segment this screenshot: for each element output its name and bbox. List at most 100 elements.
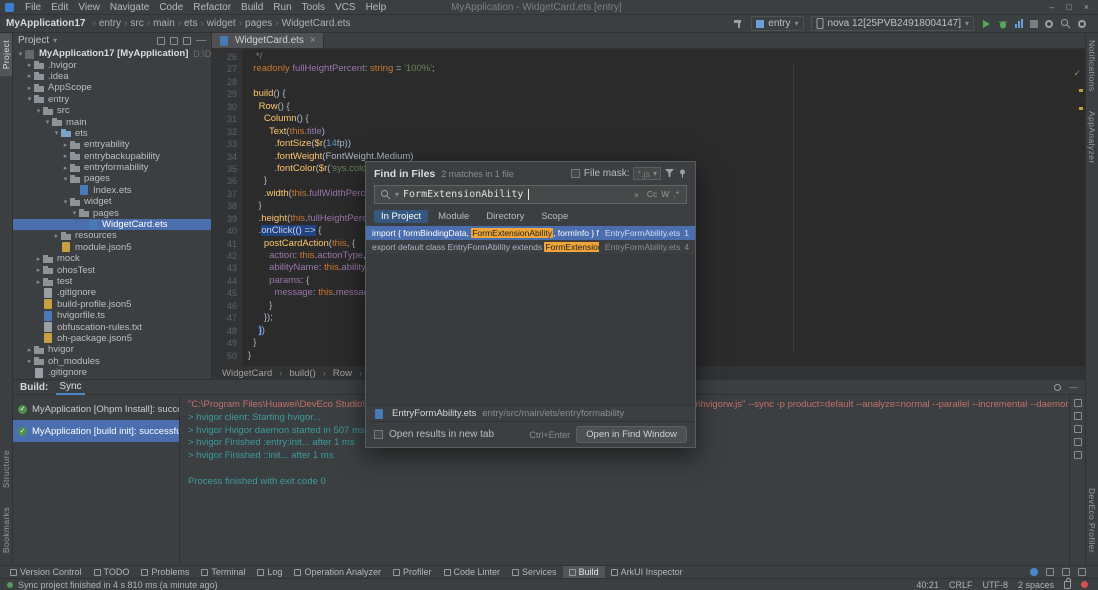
line-number[interactable]: 26	[212, 51, 237, 63]
build-hammer-icon[interactable]	[733, 18, 744, 29]
soft-wrap-icon[interactable]	[1074, 412, 1082, 420]
line-number[interactable]: 47	[212, 312, 237, 324]
tree-item-src[interactable]: ▾src	[13, 105, 211, 116]
device-select[interactable]: nova 12[25PVB24918004147] ▾	[811, 16, 974, 31]
scope-directory[interactable]: Directory	[479, 210, 531, 223]
tool-window-button-appanalyzer[interactable]: AppAnalyzer	[1086, 104, 1098, 171]
code-line-32[interactable]: Text(this.title)	[248, 126, 1085, 138]
indent-setting[interactable]: 2 spaces	[1018, 580, 1054, 590]
chevron-right-icon[interactable]: ▸	[25, 61, 34, 69]
search-everywhere-icon[interactable]	[1060, 18, 1071, 29]
file-mask-checkbox[interactable]	[571, 169, 580, 178]
search-result-row[interactable]: export default class EntryFormAbility ex…	[366, 240, 695, 254]
menu-navigate[interactable]: Navigate	[105, 2, 154, 13]
tree-item-index-ets[interactable]: Index.ets	[13, 185, 211, 196]
toolwindow-button-operation-analyzer[interactable]: Operation Analyzer	[288, 566, 387, 579]
chevron-right-icon[interactable]: ▸	[61, 164, 70, 172]
search-result-row[interactable]: import { formBindingData, FormExtensionA…	[366, 226, 695, 240]
toolwindow-button-problems[interactable]: Problems	[135, 566, 195, 579]
menu-file[interactable]: File	[20, 2, 46, 13]
chevron-down-icon[interactable]: ▾	[16, 50, 25, 58]
line-number[interactable]: 46	[212, 300, 237, 312]
line-number[interactable]: 32	[212, 126, 237, 138]
grid-view-icon[interactable]	[1046, 568, 1054, 576]
line-number[interactable]: 40	[212, 225, 237, 237]
chevron-right-icon[interactable]: ▸	[61, 141, 70, 149]
menu-edit[interactable]: Edit	[46, 2, 73, 13]
toolwindow-button-log[interactable]: Log	[251, 566, 288, 579]
tree-item-module-json5[interactable]: module.json5	[13, 242, 211, 253]
caret-position[interactable]: 40:21	[916, 580, 939, 590]
chevron-right-icon[interactable]: ▸	[34, 266, 43, 274]
chevron-right-icon[interactable]: ▸	[25, 346, 34, 354]
tree-item-appscope[interactable]: ▸AppScope	[13, 82, 211, 93]
build-task-myapplication-ohpm-install-successful[interactable]: ✓MyApplication [Ohpm Install]: successfu…	[13, 398, 179, 420]
line-number[interactable]: 50	[212, 350, 237, 362]
tree-item-test[interactable]: ▸test	[13, 276, 211, 287]
tree-item-ohostest[interactable]: ▸ohosTest	[13, 264, 211, 275]
breadcrumb-ets[interactable]: ets	[184, 18, 197, 29]
toolwindow-button-terminal[interactable]: Terminal	[195, 566, 251, 579]
updates-icon[interactable]	[1078, 568, 1086, 576]
toolwindow-button-todo[interactable]: TODO	[88, 566, 136, 579]
toggle-w[interactable]: W	[659, 189, 671, 199]
scope-in-project[interactable]: In Project	[374, 210, 428, 223]
file-encoding[interactable]: UTF-8	[982, 580, 1008, 590]
breadcrumb-entry[interactable]: entry	[99, 18, 121, 29]
chevron-down-icon[interactable]: ▾	[61, 198, 70, 206]
line-number[interactable]: 48	[212, 325, 237, 337]
pin-icon[interactable]	[678, 169, 687, 178]
toggle-cc[interactable]: Cc	[645, 189, 659, 199]
code-line-33[interactable]: .fontSize($r(14fp))	[248, 138, 1085, 150]
minimize-button[interactable]: –	[1049, 2, 1054, 12]
debug-button[interactable]	[998, 19, 1008, 29]
code-line-26[interactable]: */	[248, 51, 1085, 63]
device-connectivity-icon[interactable]	[1030, 568, 1038, 576]
line-number[interactable]: 31	[212, 113, 237, 125]
clear-console-icon[interactable]	[1074, 438, 1082, 446]
toolwindow-button-code-linter[interactable]: Code Linter	[438, 566, 507, 579]
line-number[interactable]: 42	[212, 250, 237, 262]
tree-item-mock[interactable]: ▸mock	[13, 253, 211, 264]
inspections-ok-icon[interactable]: ✓	[1073, 68, 1081, 79]
chevron-down-icon[interactable]: ▾	[34, 107, 43, 115]
code-line-29[interactable]: build() {	[248, 88, 1085, 100]
locate-file-icon[interactable]	[157, 37, 165, 45]
profiler-button[interactable]	[1015, 19, 1023, 28]
breadcrumb-widgetcard[interactable]: WidgetCard	[220, 368, 274, 379]
tool-window-button-project[interactable]: Project	[0, 33, 12, 76]
tree-item-myapplication17-myapplication[interactable]: ▾MyApplication17 [MyApplication]D:\Docum…	[13, 48, 211, 59]
breadcrumb-row[interactable]: Row	[331, 368, 354, 379]
scope-scope[interactable]: Scope	[534, 210, 575, 223]
tree-item-entrybackupability[interactable]: ▸entrybackupability	[13, 151, 211, 162]
expand-console-icon[interactable]	[1074, 451, 1082, 459]
tree-item-obfuscation-rules-txt[interactable]: obfuscation-rules.txt	[13, 321, 211, 332]
tool-window-button-structure[interactable]: Structure	[0, 443, 12, 495]
maximize-button[interactable]: □	[1066, 2, 1071, 12]
line-number[interactable]: 37	[212, 188, 237, 200]
menu-view[interactable]: View	[73, 2, 105, 13]
line-number[interactable]: 49	[212, 337, 237, 349]
line-number[interactable]: 44	[212, 275, 237, 287]
build-settings-icon[interactable]	[1054, 384, 1061, 391]
tree-item-gitignore[interactable]: .gitignore	[13, 287, 211, 298]
tree-item-hvigor[interactable]: ▸hvigor	[13, 344, 211, 355]
tree-item-entryformability[interactable]: ▸entryformability	[13, 162, 211, 173]
tree-item-pages[interactable]: ▾pages	[13, 207, 211, 218]
tree-item-main[interactable]: ▾main	[13, 116, 211, 127]
project-panel-title[interactable]: Project	[18, 35, 49, 46]
line-number[interactable]: 39	[212, 213, 237, 225]
chevron-right-icon[interactable]: ▸	[34, 278, 43, 286]
line-number[interactable]: 29	[212, 88, 237, 100]
close-button[interactable]: ×	[1084, 2, 1089, 12]
tree-item-ets[interactable]: ▾ets	[13, 128, 211, 139]
readonly-lock-icon[interactable]	[1064, 581, 1071, 589]
line-number[interactable]: 28	[212, 76, 237, 88]
collapse-all-icon[interactable]	[170, 37, 178, 45]
line-separator[interactable]: CRLF	[949, 580, 973, 590]
tree-item-idea[interactable]: ▸.idea	[13, 71, 211, 82]
hide-panel-icon[interactable]: —	[196, 35, 206, 46]
chevron-down-icon[interactable]: ▾	[43, 118, 52, 126]
toolwindow-button-services[interactable]: Services	[506, 566, 563, 579]
code-line-30[interactable]: Row() {	[248, 101, 1085, 113]
